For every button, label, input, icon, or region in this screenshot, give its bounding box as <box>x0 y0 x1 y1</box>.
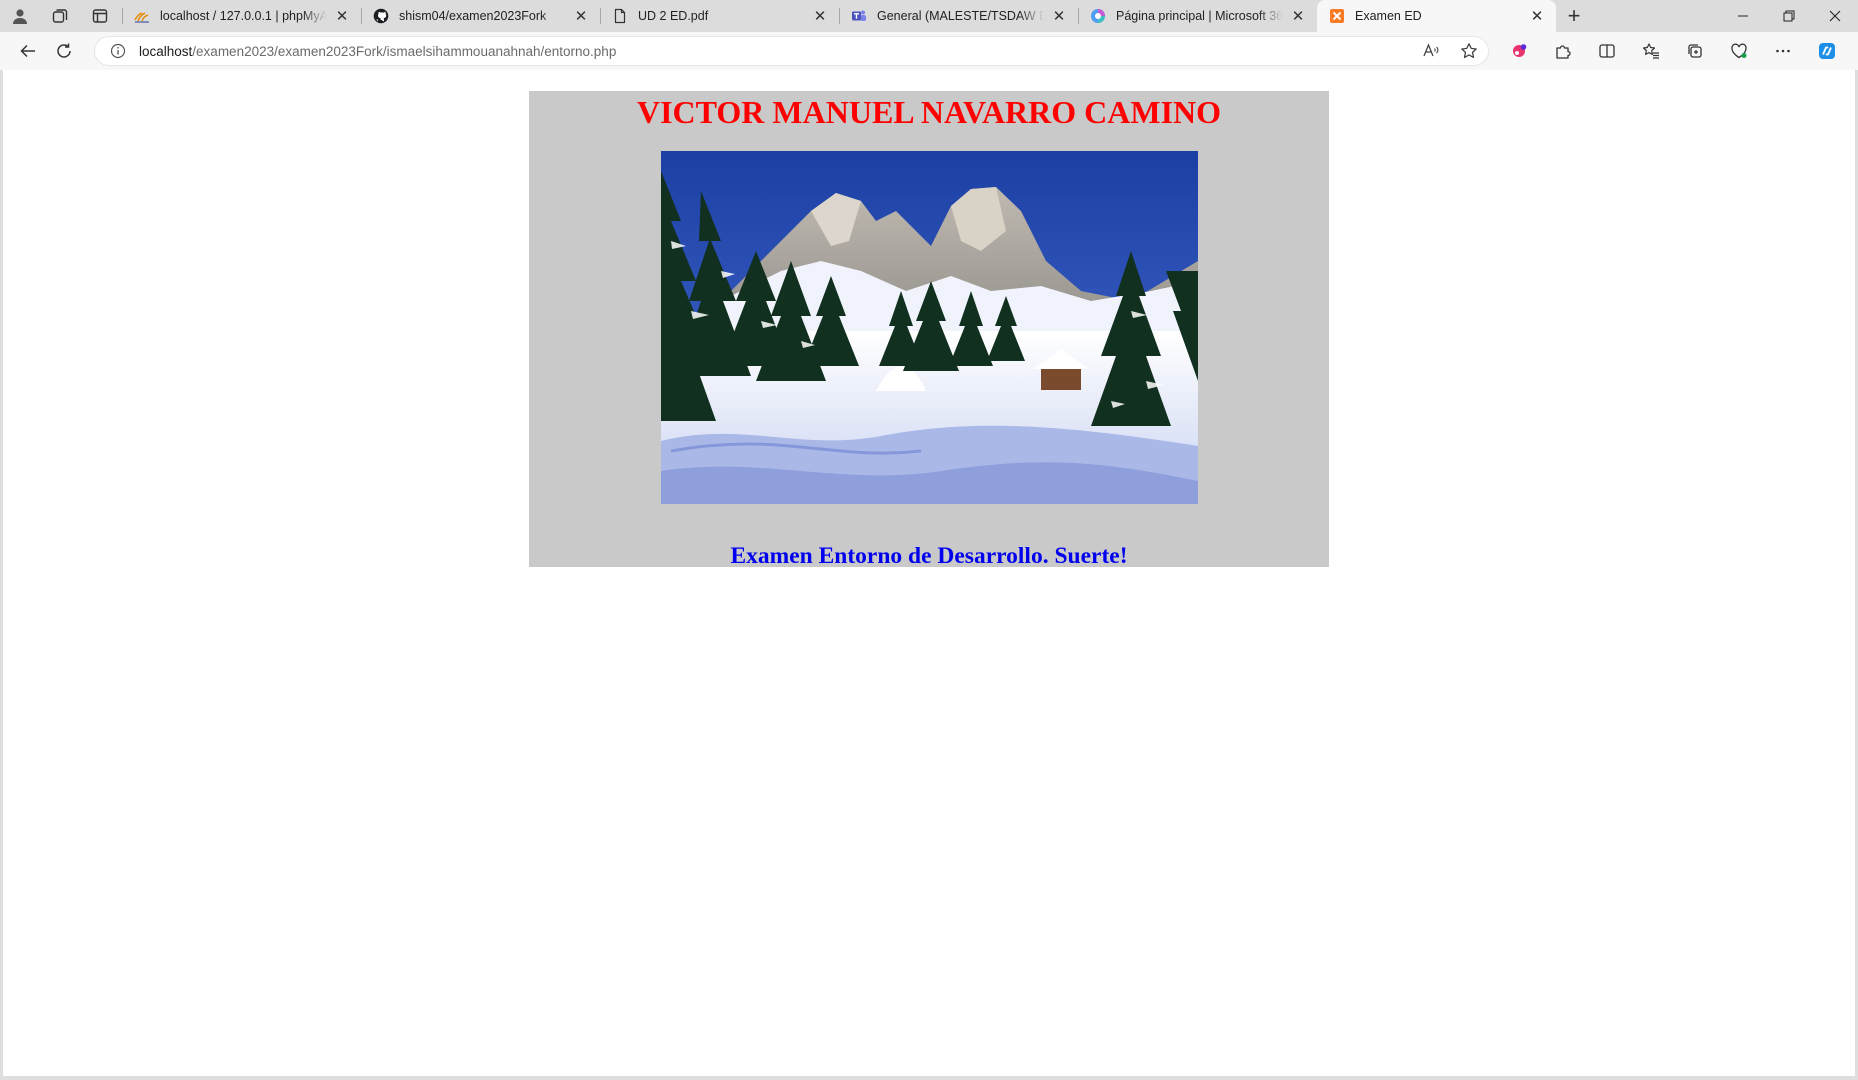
minimize-button[interactable] <box>1720 0 1766 32</box>
copilot-button[interactable] <box>1805 35 1849 67</box>
close-tab-icon[interactable]: ✕ <box>1289 7 1307 25</box>
browser-toolbar: localhost/examen2023/examen2023Fork/isma… <box>0 32 1858 70</box>
browser-essentials-button[interactable] <box>1717 35 1761 67</box>
new-tab-button[interactable]: + <box>1556 0 1592 32</box>
favorites-button[interactable] <box>1629 35 1673 67</box>
exam-content-box: VICTOR MANUEL NAVARRO CAMINO Examen Ento… <box>529 91 1329 569</box>
favorites-list-icon <box>1642 43 1659 59</box>
read-aloud-icon <box>1423 43 1439 57</box>
tab-phpmyadmin[interactable]: localhost / 127.0.0.1 | phpMyAdmin ✕ <box>122 0 361 32</box>
tab-list: localhost / 127.0.0.1 | phpMyAdmin ✕ shi… <box>122 0 1556 32</box>
close-tab-icon[interactable]: ✕ <box>811 7 829 25</box>
refresh-button[interactable] <box>46 35 82 67</box>
puzzle-icon <box>1556 45 1571 59</box>
browser-window: localhost / 127.0.0.1 | phpMyAdmin ✕ shi… <box>0 0 1858 1080</box>
collections-button[interactable] <box>1673 35 1717 67</box>
tab-separator <box>122 8 123 24</box>
workspaces-button[interactable] <box>40 0 80 32</box>
tab-separator <box>839 8 840 24</box>
extensions-button[interactable] <box>1541 35 1585 67</box>
page-viewport: VICTOR MANUEL NAVARRO CAMINO Examen Ento… <box>3 70 1855 1076</box>
read-aloud-button[interactable] <box>1412 35 1450 67</box>
tab-examen-ed[interactable]: Examen ED ✕ <box>1317 0 1556 32</box>
microsoft365-icon <box>1090 8 1106 24</box>
tab-separator <box>1078 8 1079 24</box>
tab-title: shism04/examen2023Fork <box>399 9 547 23</box>
url-text[interactable]: localhost/examen2023/examen2023Fork/isma… <box>139 44 616 59</box>
tab-actions-button[interactable] <box>80 0 120 32</box>
extensions-area <box>1497 35 1849 67</box>
back-button[interactable] <box>10 35 46 67</box>
vertical-tabs-icon <box>92 9 108 23</box>
collections-icon <box>1688 44 1702 58</box>
page-heading: VICTOR MANUEL NAVARRO CAMINO <box>636 94 1222 130</box>
phpmyadmin-icon <box>134 8 150 24</box>
address-bar[interactable]: localhost/examen2023/examen2023Fork/isma… <box>94 36 1489 66</box>
window-controls <box>1720 0 1858 32</box>
teams-icon <box>851 8 867 24</box>
settings-menu-button[interactable] <box>1761 35 1805 67</box>
extension-app-icon <box>1513 44 1527 57</box>
exam-message: Examen Entorno de Desarrollo. Suerte! <box>730 543 1128 569</box>
tab-title: localhost / 127.0.0.1 | phpMyAdmin <box>160 9 327 23</box>
tab-title: General (MALESTE/TSDAW Entorno) <box>877 9 1044 23</box>
close-tab-icon[interactable]: ✕ <box>572 7 590 25</box>
close-tab-icon[interactable]: ✕ <box>1050 7 1068 25</box>
tab-strip: localhost / 127.0.0.1 | phpMyAdmin ✕ shi… <box>0 0 1858 32</box>
favorite-star-button[interactable] <box>1450 35 1488 67</box>
tab-separator <box>600 8 601 24</box>
close-tab-icon[interactable]: ✕ <box>1528 7 1546 25</box>
tab-title: Examen ED <box>1355 9 1422 23</box>
profile-button[interactable] <box>0 0 40 32</box>
url-path: /examen2023/examen2023Fork/ismaelsihammo… <box>192 43 617 59</box>
xampp-icon <box>1329 8 1345 24</box>
site-info-icon[interactable] <box>109 42 127 60</box>
copilot-icon <box>1819 43 1835 59</box>
tab-microsoft365[interactable]: Página principal | Microsoft 365 ✕ <box>1078 0 1317 32</box>
tab-github[interactable]: shism04/examen2023Fork ✕ <box>361 0 600 32</box>
split-screen-button[interactable] <box>1585 35 1629 67</box>
workspaces-icon <box>52 9 68 23</box>
profile-icon <box>13 9 27 24</box>
close-tab-icon[interactable]: ✕ <box>333 7 351 25</box>
more-options-icon <box>1776 49 1790 53</box>
tab-teams[interactable]: General (MALESTE/TSDAW Entorno) ✕ <box>839 0 1078 32</box>
close-window-button[interactable] <box>1812 0 1858 32</box>
snowy-mountain-image <box>660 151 1198 504</box>
github-icon <box>373 8 389 24</box>
plus-icon: + <box>1567 3 1581 28</box>
tab-pdf[interactable]: UD 2 ED.pdf ✕ <box>600 0 839 32</box>
restore-button[interactable] <box>1766 0 1812 32</box>
minimize-icon <box>1738 15 1748 17</box>
restore-icon <box>1783 10 1795 22</box>
tab-title: UD 2 ED.pdf <box>638 9 709 23</box>
tab-separator <box>361 8 362 24</box>
star-icon <box>1461 43 1477 59</box>
back-arrow-icon <box>20 44 35 58</box>
refresh-icon <box>57 43 71 58</box>
close-icon <box>1829 10 1841 22</box>
tab-title: Página principal | Microsoft 365 <box>1116 9 1283 23</box>
document-icon <box>612 8 628 24</box>
extension-button[interactable] <box>1497 35 1541 67</box>
split-screen-icon <box>1599 44 1615 58</box>
url-host: localhost <box>139 43 193 59</box>
heartbeat-icon <box>1731 43 1747 59</box>
